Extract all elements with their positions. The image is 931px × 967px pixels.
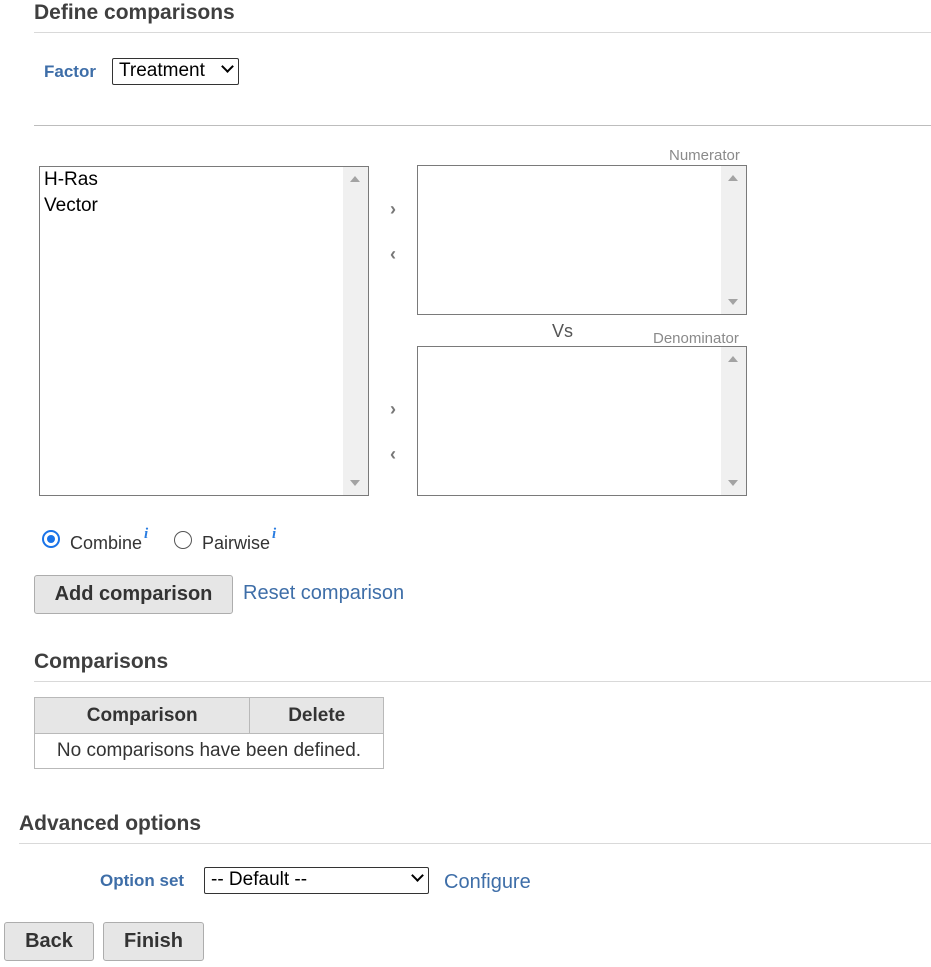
advanced-options-title: Advanced options	[19, 812, 202, 835]
divider	[34, 32, 931, 33]
chevron-left-icon: ‹	[390, 444, 396, 464]
add-comparison-button[interactable]: Add comparison	[34, 575, 233, 614]
scroll-down-icon[interactable]	[350, 480, 360, 486]
back-button[interactable]: Back	[4, 922, 94, 961]
column-header-comparison: Comparison	[33, 697, 251, 734]
chevron-down-icon	[411, 869, 424, 882]
chevron-right-icon: ›	[390, 399, 396, 419]
denominator-label: Denominator	[653, 330, 739, 347]
info-icon[interactable]: i	[272, 526, 276, 543]
remove-from-numerator-button[interactable]: ‹	[390, 244, 396, 265]
scroll-up-icon[interactable]	[728, 175, 738, 181]
combine-radio[interactable]	[42, 530, 60, 548]
list-item[interactable]: Vector	[44, 195, 98, 217]
numerator-label: Numerator	[669, 147, 740, 164]
scroll-up-icon[interactable]	[350, 176, 360, 182]
finish-button[interactable]: Finish	[103, 922, 204, 961]
divider	[19, 843, 931, 844]
empty-message: No comparisons have been defined.	[34, 733, 384, 769]
combine-label: Combine	[70, 533, 143, 553]
define-comparisons-title: Define comparisons	[34, 1, 235, 24]
option-set-value: -- Default --	[211, 869, 308, 890]
remove-from-denominator-button[interactable]: ‹	[390, 444, 396, 465]
comparisons-title: Comparisons	[34, 650, 169, 673]
available-levels-list[interactable]: H-Ras Vector	[39, 166, 369, 496]
pairwise-label: Pairwise	[202, 533, 271, 553]
option-set-label: Option set	[100, 871, 185, 890]
list-item[interactable]: H-Ras	[44, 169, 98, 191]
scroll-down-icon[interactable]	[728, 299, 738, 305]
factor-select[interactable]: Treatment	[112, 58, 239, 85]
scroll-up-icon[interactable]	[728, 356, 738, 362]
chevron-left-icon: ‹	[390, 244, 396, 264]
option-set-select[interactable]: -- Default --	[204, 867, 429, 894]
factor-select-value: Treatment	[119, 60, 205, 81]
scrollbar[interactable]	[721, 166, 746, 314]
chevron-right-icon: ›	[390, 199, 396, 219]
configure-link[interactable]: Configure	[444, 871, 531, 894]
divider	[34, 125, 931, 126]
info-icon[interactable]: i	[144, 526, 148, 543]
move-to-denominator-button[interactable]: ›	[390, 399, 396, 420]
move-to-numerator-button[interactable]: ›	[390, 199, 396, 220]
column-header-delete: Delete	[249, 697, 384, 734]
scrollbar[interactable]	[721, 347, 746, 495]
vs-label: Vs	[552, 321, 574, 341]
denominator-list[interactable]	[417, 346, 747, 496]
chevron-down-icon	[221, 60, 234, 73]
comparisons-table: Comparison Delete No comparisons have be…	[33, 697, 384, 769]
scroll-down-icon[interactable]	[728, 480, 738, 486]
divider	[34, 681, 931, 682]
reset-comparison-link[interactable]: Reset comparison	[243, 582, 404, 605]
factor-label: Factor	[44, 62, 96, 81]
pairwise-radio[interactable]	[174, 531, 192, 549]
scrollbar[interactable]	[343, 167, 368, 495]
numerator-list[interactable]	[417, 165, 747, 315]
